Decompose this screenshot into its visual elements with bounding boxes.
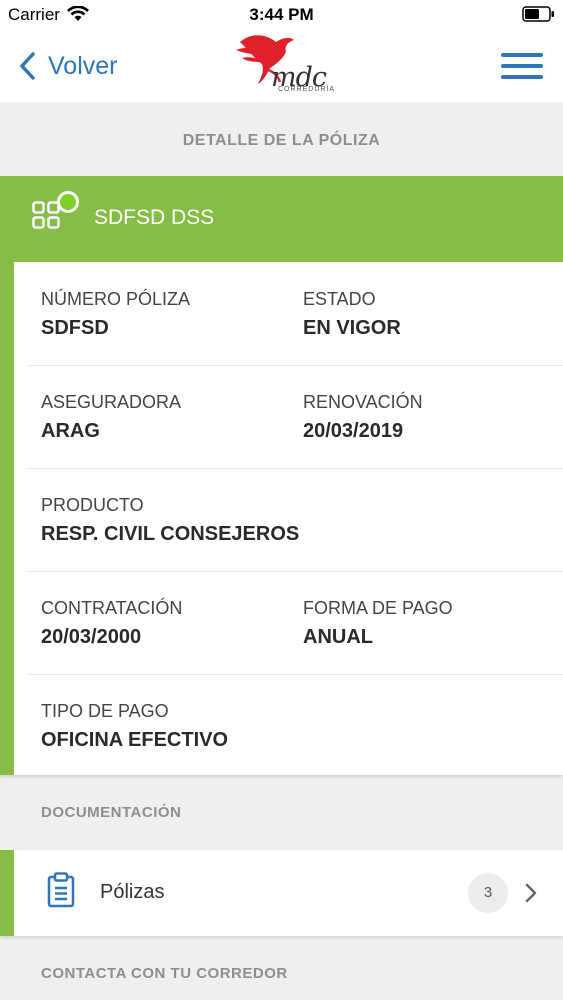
- documentation-heading: DOCUMENTACIÓN: [41, 804, 182, 821]
- producto-field: PRODUCTO RESP. CIVIL CONSEJEROS: [41, 495, 299, 546]
- policy-header: SDFSD DSS: [0, 176, 563, 262]
- nav-bar: Volver mdc CORREDURÍA: [0, 30, 563, 102]
- hamburger-icon: [501, 53, 543, 79]
- renovacion-label: RENOVACIÓN: [303, 392, 423, 412]
- detail-row: NÚMERO PÓLIZA SDFSD ESTADO EN VIGOR: [28, 262, 563, 366]
- numero-poliza-field: NÚMERO PÓLIZA SDFSD: [41, 289, 190, 340]
- estado-field: ESTADO EN VIGOR: [303, 289, 401, 340]
- aseguradora-field: ASEGURADORA ARAG: [41, 392, 181, 443]
- aseguradora-value: ARAG: [41, 420, 100, 442]
- count-badge: 3: [468, 873, 508, 913]
- forma-pago-field: FORMA DE PAGO ANUAL: [303, 598, 453, 649]
- list-item-polizas[interactable]: Pólizas 3: [0, 850, 563, 936]
- back-button[interactable]: Volver: [18, 48, 117, 84]
- renovacion-field: RENOVACIÓN 20/03/2019: [303, 392, 423, 443]
- detail-row: PRODUCTO RESP. CIVIL CONSEJEROS: [28, 468, 563, 572]
- producto-label: PRODUCTO: [41, 495, 144, 515]
- menu-button[interactable]: [501, 53, 543, 81]
- page-title: DETALLE DE LA PÓLIZA: [182, 132, 381, 149]
- forma-pago-label: FORMA DE PAGO: [303, 598, 453, 618]
- contratacion-value: 20/03/2000: [41, 626, 142, 648]
- detail-row: CONTRATACIÓN 20/03/2000 FORMA DE PAGO AN…: [28, 571, 563, 675]
- active-status-dot: [57, 191, 79, 213]
- list-item-label: Pólizas: [100, 881, 165, 903]
- producto-value: RESP. CIVIL CONSEJEROS: [41, 523, 300, 545]
- tipo-pago-label: TIPO DE PAGO: [41, 701, 169, 721]
- status-bar: Carrier 3:44 PM: [0, 0, 563, 30]
- aseguradora-label: ASEGURADORA: [41, 392, 182, 412]
- numero-poliza-label: NÚMERO PÓLIZA: [41, 289, 191, 309]
- contact-heading: CONTACTA CON TU CORREDOR: [41, 965, 288, 982]
- back-label: Volver: [48, 51, 118, 80]
- clipboard-icon: [47, 872, 75, 908]
- contratacion-field: CONTRATACIÓN 20/03/2000: [41, 598, 182, 649]
- detail-row: ASEGURADORA ARAG RENOVACIÓN 20/03/2019: [28, 365, 563, 469]
- forma-pago-value: ANUAL: [303, 626, 373, 648]
- logo-subtext: CORREDURÍA: [278, 86, 336, 93]
- detail-row: TIPO DE PAGO OFICINA EFECTIVO: [28, 674, 563, 777]
- numero-poliza-value: SDFSD: [41, 317, 109, 339]
- battery-icon: [522, 6, 554, 22]
- estado-label: ESTADO: [303, 289, 376, 309]
- tipo-pago-value: OFICINA EFECTIVO: [41, 729, 229, 751]
- estado-value: EN VIGOR: [303, 317, 401, 339]
- mdc-logo: mdc CORREDURÍA: [232, 30, 336, 94]
- policy-detail-card: NÚMERO PÓLIZA SDFSD ESTADO EN VIGOR ASEG…: [0, 262, 563, 775]
- clock: 3:44 PM: [249, 5, 314, 24]
- tipo-pago-field: TIPO DE PAGO OFICINA EFECTIVO: [41, 701, 228, 752]
- contratacion-label: CONTRATACIÓN: [41, 598, 183, 618]
- renovacion-value: 20/03/2019: [303, 420, 404, 442]
- policy-name: SDFSD DSS: [94, 206, 215, 229]
- chevron-left-icon: [20, 52, 35, 80]
- chevron-right-icon: [525, 883, 537, 903]
